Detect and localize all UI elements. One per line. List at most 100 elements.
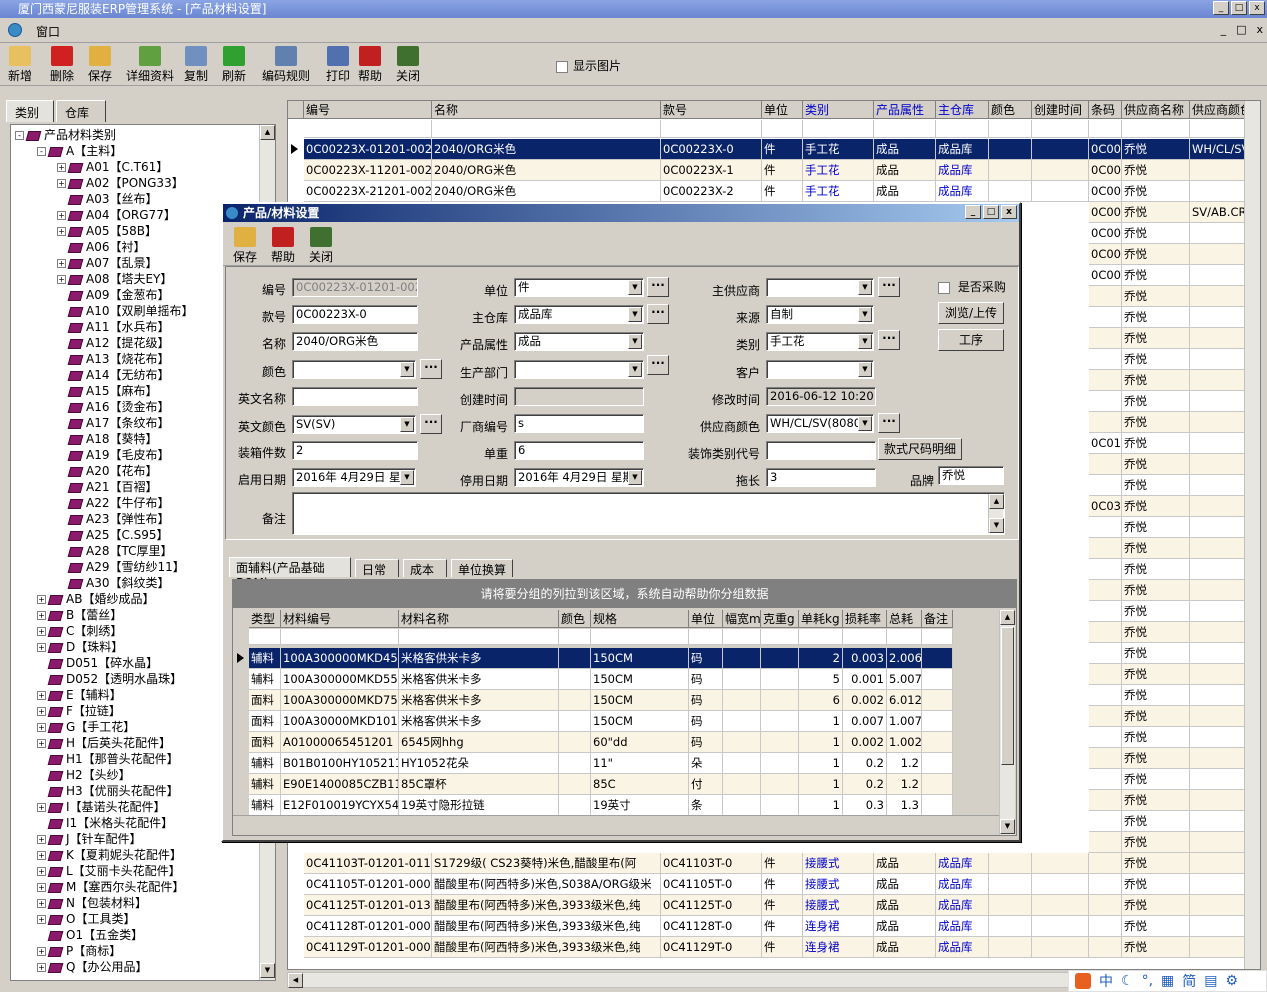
tree-node[interactable]: A20【花布】 [57, 463, 157, 479]
toolbar-button-refresh[interactable]: 刷新 [222, 46, 246, 84]
grid-cell[interactable]: 2040/ORG米色 [432, 181, 661, 202]
tree-node[interactable]: A16【烫金布】 [57, 399, 169, 415]
grid-cell[interactable] [989, 916, 1032, 937]
grid-header[interactable]: 款号 [661, 101, 762, 119]
bom-header[interactable]: 损耗率 [843, 610, 887, 628]
bom-cell[interactable]: 付 [689, 774, 723, 795]
grid-cell[interactable] [1089, 895, 1122, 916]
bom-cell[interactable] [922, 711, 953, 732]
grid-header[interactable]: 类别 [803, 101, 874, 119]
process-button[interactable]: 工序 [938, 329, 1004, 351]
bom-cell[interactable]: 1.2 [887, 753, 922, 774]
bom-cell[interactable] [922, 774, 953, 795]
chevron-down-icon[interactable]: ▼ [858, 416, 872, 431]
grid-header[interactable]: 供应商名称 [1122, 101, 1190, 119]
bom-cell[interactable]: 150CM [591, 690, 689, 711]
dialog-restore-button[interactable]: □ [983, 205, 999, 219]
tab-unit-conversion[interactable]: 单位换算 [451, 559, 513, 577]
chevron-down-icon[interactable]: ▼ [400, 417, 414, 432]
bom-cell[interactable] [922, 732, 953, 753]
punctuation-icon[interactable]: °, [1142, 973, 1153, 989]
grid-cell[interactable]: 件 [762, 937, 803, 958]
grid-cell[interactable]: 乔悦 [1122, 496, 1190, 517]
tree-node[interactable]: - 产品材料类别 [15, 127, 116, 143]
grid-cell[interactable]: 0C00223X-11201-0020 [304, 160, 432, 181]
tree-node[interactable]: D052【透明水晶珠】 [37, 671, 182, 687]
grid-cell[interactable] [1089, 685, 1122, 706]
bom-cell[interactable]: 码 [689, 711, 723, 732]
expand-icon[interactable]: + [37, 867, 46, 876]
grid-cell[interactable] [1089, 349, 1122, 370]
supplier-select[interactable]: ▼ [766, 278, 874, 297]
bom-cell[interactable]: 60"dd [591, 732, 689, 753]
grid-cell[interactable]: 乔悦 [1122, 223, 1190, 244]
grid-cell[interactable]: 乔悦 [1122, 391, 1190, 412]
bom-cell[interactable]: 0.003 [843, 648, 887, 669]
toolbar-button-save[interactable]: 保存 [88, 46, 112, 84]
brand-field[interactable]: 乔悦 [938, 466, 1004, 485]
start-date-picker[interactable]: 2016年 4月29日 星期 ▼ [292, 468, 416, 487]
grid-cell[interactable]: 乔悦 [1122, 181, 1190, 202]
tree-node[interactable]: H3【优丽头花配件】 [37, 783, 179, 799]
tree-node[interactable]: + G【手工花】 [37, 719, 135, 735]
bom-cell[interactable]: 100A300000MKD55427 [281, 669, 399, 690]
expand-icon[interactable]: + [37, 883, 46, 892]
show-image-checkbox[interactable]: 显示图片 [556, 57, 621, 74]
tree-node[interactable]: + A07【乱景】 [57, 255, 157, 271]
bom-filter-cell[interactable] [399, 629, 559, 645]
scroll-down-icon[interactable]: ▼ [989, 518, 1004, 533]
tree-node[interactable]: + F【拉链】 [37, 703, 121, 719]
tree-node[interactable]: H2【头纱】 [37, 767, 131, 783]
remark-textarea[interactable] [292, 492, 1005, 535]
grid-cell[interactable]: 0C41128T-01201-0000 [304, 916, 432, 937]
grid-cell[interactable]: 乔悦 [1122, 433, 1190, 454]
tree-node[interactable]: D051【碎水晶】 [37, 655, 158, 671]
tree-node[interactable]: + H【后英头花配件】 [37, 735, 171, 751]
restore-button[interactable]: □ [1231, 1, 1247, 15]
bom-filter-cell[interactable] [922, 629, 953, 645]
grid-cell[interactable]: 成品 [874, 139, 936, 160]
tree-node[interactable]: I1【米格头花配件】 [37, 815, 173, 831]
bom-cell[interactable]: 1 [799, 711, 843, 732]
tree-node[interactable]: A17【条纹布】 [57, 415, 169, 431]
grid-cell[interactable]: 件 [762, 853, 803, 874]
bom-cell[interactable]: 辅料 [249, 648, 281, 669]
bom-cell[interactable]: 1.002 [887, 732, 922, 753]
grid-cell[interactable]: 乔悦 [1122, 685, 1190, 706]
grid-cell[interactable] [1089, 727, 1122, 748]
tree-node[interactable]: + Q【办公用品】 [37, 959, 147, 975]
grid-header[interactable]: 颜色 [989, 101, 1032, 119]
grid-cell[interactable] [1089, 454, 1122, 475]
grid-filter-cell[interactable] [1122, 120, 1190, 138]
bom-cell[interactable] [723, 711, 761, 732]
grid-cell[interactable]: 成品库 [936, 937, 989, 958]
source-select[interactable]: 自制 ▼ [766, 305, 874, 324]
tree-node[interactable]: A19【毛皮布】 [57, 447, 169, 463]
scroll-down-icon[interactable]: ▼ [260, 963, 275, 978]
scroll-thumb[interactable] [1001, 627, 1014, 765]
expand-icon[interactable]: + [57, 275, 66, 284]
bom-header[interactable]: 克重g [761, 610, 799, 628]
grid-cell[interactable] [989, 160, 1032, 181]
bom-cell[interactable]: 100A300000MKD45398 [281, 648, 399, 669]
bom-header[interactable]: 幅宽m [723, 610, 761, 628]
bom-cell[interactable] [559, 795, 591, 816]
tree-node[interactable]: A12【提花级】 [57, 335, 169, 351]
grid-cell[interactable]: 0C01 [1089, 433, 1122, 454]
grid-cell[interactable]: 成品库 [936, 139, 989, 160]
grid-cell[interactable]: 0C00 [1089, 202, 1122, 223]
grid-cell[interactable] [989, 139, 1032, 160]
grid-cell[interactable]: 0C00 [1089, 265, 1122, 286]
grid-cell[interactable]: 乔悦 [1122, 286, 1190, 307]
color-select[interactable]: ▼ [292, 360, 416, 379]
vendor-code-field[interactable]: s [514, 414, 644, 433]
grid-cell[interactable]: 接腰式 [803, 895, 874, 916]
grid-cell[interactable] [1089, 769, 1122, 790]
bom-cell[interactable]: 150CM [591, 648, 689, 669]
expand-icon[interactable]: + [37, 611, 46, 620]
tab-warehouse[interactable]: 仓库 [56, 100, 106, 122]
tree-node[interactable]: + I【基诺头花配件】 [37, 799, 166, 815]
grid-cell[interactable]: 件 [762, 895, 803, 916]
grid-cell[interactable]: 0C00223X-01201-0020 [304, 139, 432, 160]
grid-cell[interactable]: 手工花 [803, 139, 874, 160]
